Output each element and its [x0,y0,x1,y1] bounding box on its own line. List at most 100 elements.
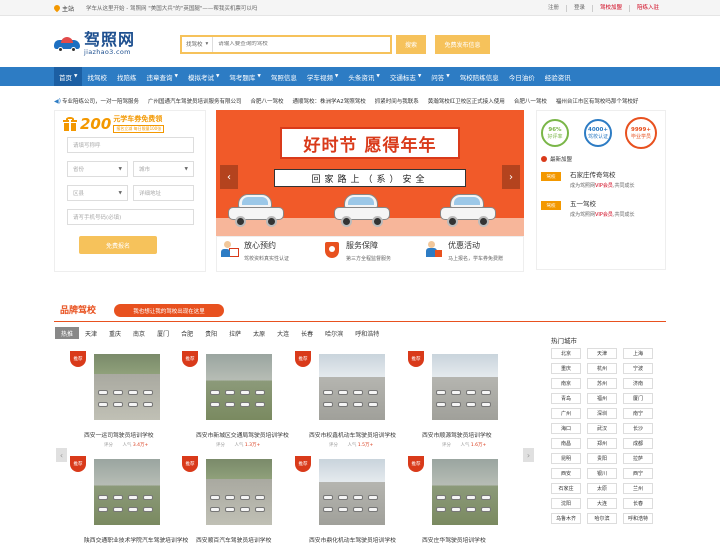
school-photo[interactable] [94,354,160,420]
ticker-item[interactable]: 合肥八一驾校 [251,97,284,105]
city-tab[interactable]: 天津 [79,327,103,339]
city-tab[interactable]: 大连 [271,327,295,339]
register-link[interactable]: 注册 [541,5,566,12]
hot-city-link[interactable]: 哈尔滨 [587,513,617,524]
city-tab[interactable]: 贵阳 [199,327,223,339]
cards-next-button[interactable]: › [523,448,534,462]
district-select[interactable]: 区县 ▼ [67,185,128,201]
school-join-link[interactable]: 驾校加盟 [591,4,629,12]
school-card[interactable]: 推荐 西安市权鑫机动车驾驶员培训学校 评分 人气 1.5万+ [295,351,403,448]
school-name[interactable]: 西安市顺源驾驶员培训学校 [422,430,530,439]
city-tab[interactable]: 合肥 [175,327,199,339]
cards-prev-button[interactable]: ‹ [56,448,67,462]
hot-city-link[interactable]: 贵阳 [587,453,617,464]
nav-item[interactable]: 学车视频 ▼ [302,67,343,86]
publish-button[interactable]: 免费发布信息 [435,34,490,54]
school-card[interactable]: 推荐 西安市鼎化机动车驾驶员培训学校 [295,456,403,552]
city-select[interactable]: 城市 ▼ [133,161,194,177]
hot-city-link[interactable]: 西安 [551,468,581,479]
banner-prev-button[interactable]: ‹ [220,165,238,189]
nav-item[interactable]: 头条资讯 ▼ [343,67,384,86]
hot-city-link[interactable]: 上海 [623,348,653,359]
hot-city-link[interactable]: 长沙 [623,423,653,434]
hot-city-link[interactable]: 北京 [551,348,581,359]
nav-item[interactable]: 经验资讯 [540,67,576,86]
latest-join-item[interactable]: 驾校 石家庄传奇驾校 成为驾照网VIP会员,共同成长 [541,169,635,189]
hot-city-link[interactable]: 济南 [623,378,653,389]
phone-field[interactable]: 请写手机号码(必填) [67,209,194,225]
hot-city-link[interactable]: 南京 [551,378,581,389]
hot-city-link[interactable]: 杭州 [587,363,617,374]
hot-city-link[interactable]: 昆明 [551,453,581,464]
promo-banner[interactable]: 好时节 愿得年年 回家路上（系）安全 ‹ › [216,110,524,236]
hot-city-link[interactable]: 长春 [623,498,653,509]
hot-city-link[interactable]: 苏州 [587,378,617,389]
hot-city-link[interactable]: 重庆 [551,363,581,374]
hot-city-link[interactable]: 厦门 [623,393,653,404]
hot-city-link[interactable]: 银川 [587,468,617,479]
hot-city-link[interactable]: 西宁 [623,468,653,479]
name-field[interactable]: 请填写称呼 [67,137,194,153]
nav-item[interactable]: 违章查询 ▼ [141,67,182,86]
nav-item[interactable]: 交通标志 ▼ [385,67,426,86]
hot-city-link[interactable]: 天津 [587,348,617,359]
ticker-item[interactable]: 合肥八一驾校 [514,97,547,105]
search-input[interactable] [213,41,390,47]
hot-city-link[interactable]: 兰州 [623,483,653,494]
feature-my-school-button[interactable]: 我也想让我的驾校出现在这里 [114,304,224,317]
school-photo[interactable] [206,354,272,420]
hot-city-link[interactable]: 武汉 [587,423,617,434]
city-tab[interactable]: 哈尔滨 [319,327,349,339]
hot-city-link[interactable]: 南宁 [623,408,653,419]
hot-city-link[interactable]: 拉萨 [623,453,653,464]
school-name[interactable]: 西安市权鑫机动车驾驶员培训学校 [309,430,417,439]
hot-city-link[interactable]: 呼和浩特 [623,513,653,524]
hot-city-link[interactable]: 乌鲁木齐 [551,513,581,524]
login-link[interactable]: 登录 [565,4,592,12]
school-photo[interactable] [432,459,498,525]
hot-city-link[interactable]: 石家庄 [551,483,581,494]
city-tab[interactable]: 呼和浩特 [349,327,385,339]
nav-item[interactable]: 驾考题库 ▼ [224,67,265,86]
school-card[interactable]: 推荐 西安庄华驾驶员培训学校 [408,456,516,552]
city-tab[interactable]: 太原 [247,327,271,339]
ticker-item[interactable]: 福州台江市区有驾校吗那个驾校好 [556,97,639,105]
nav-item[interactable]: 驾校陪练信息 [455,67,504,86]
school-photo[interactable] [94,459,160,525]
school-card[interactable]: 推荐 西安一运司驾驶员培训学校 评分 人气 3.4万+ [70,351,178,448]
hot-city-link[interactable]: 海口 [551,423,581,434]
province-select[interactable]: 省份 ▼ [67,161,128,177]
city-tab[interactable]: 热推 [55,327,80,339]
address-field[interactable]: 详细地址 [133,185,194,201]
hot-city-link[interactable]: 太原 [587,483,617,494]
school-photo[interactable] [432,354,498,420]
hot-city-link[interactable]: 沈阳 [551,498,581,509]
home-link[interactable]: 主站 [52,3,74,13]
ticker-item[interactable]: 广州国通汽车驾驶员培训服务有限公司 [148,97,242,105]
hot-city-link[interactable]: 郑州 [587,438,617,449]
nav-item[interactable]: 今日油价 [504,67,540,86]
school-photo[interactable] [319,459,385,525]
school-photo[interactable] [319,354,385,420]
hot-city-link[interactable]: 福州 [587,393,617,404]
school-photo[interactable] [206,459,272,525]
school-name[interactable]: 西安一运司驾驶员培训学校 [84,430,192,439]
city-tab[interactable]: 拉萨 [223,327,247,339]
school-card[interactable]: 推荐 西安市新城区交通局驾驶员培训学校 评分 人气 1.3万+ [182,351,290,448]
ticker-item[interactable]: 通顺驾校：株洲学A2驾照驾校 [293,97,366,105]
ticker-item[interactable]: 专业陪练公司，一对一陪驾服务 [62,97,139,105]
city-tab[interactable]: 长春 [295,327,319,339]
city-tab[interactable]: 厦门 [151,327,175,339]
ticker-item[interactable]: 抓紧时间与我联系 [375,97,419,105]
nav-item[interactable]: 驾照信息 [266,67,302,86]
hot-city-link[interactable]: 大连 [587,498,617,509]
city-tab[interactable]: 重庆 [103,327,127,339]
free-signup-button[interactable]: 免费报名 [79,236,157,254]
ticker-item[interactable]: 黄瀚驾校红卫校区正式接入使用 [428,97,505,105]
coach-join-link[interactable]: 陪练入驻 [628,4,666,12]
hot-city-link[interactable]: 广州 [551,408,581,419]
search-button[interactable]: 搜索 [396,34,426,54]
latest-join-item[interactable]: 驾校 五一驾校 成为驾照网VIP会员,共同成长 [541,198,635,218]
hot-city-link[interactable]: 青岛 [551,393,581,404]
school-name[interactable]: 西安市新城区交通局驾驶员培训学校 [196,430,304,439]
